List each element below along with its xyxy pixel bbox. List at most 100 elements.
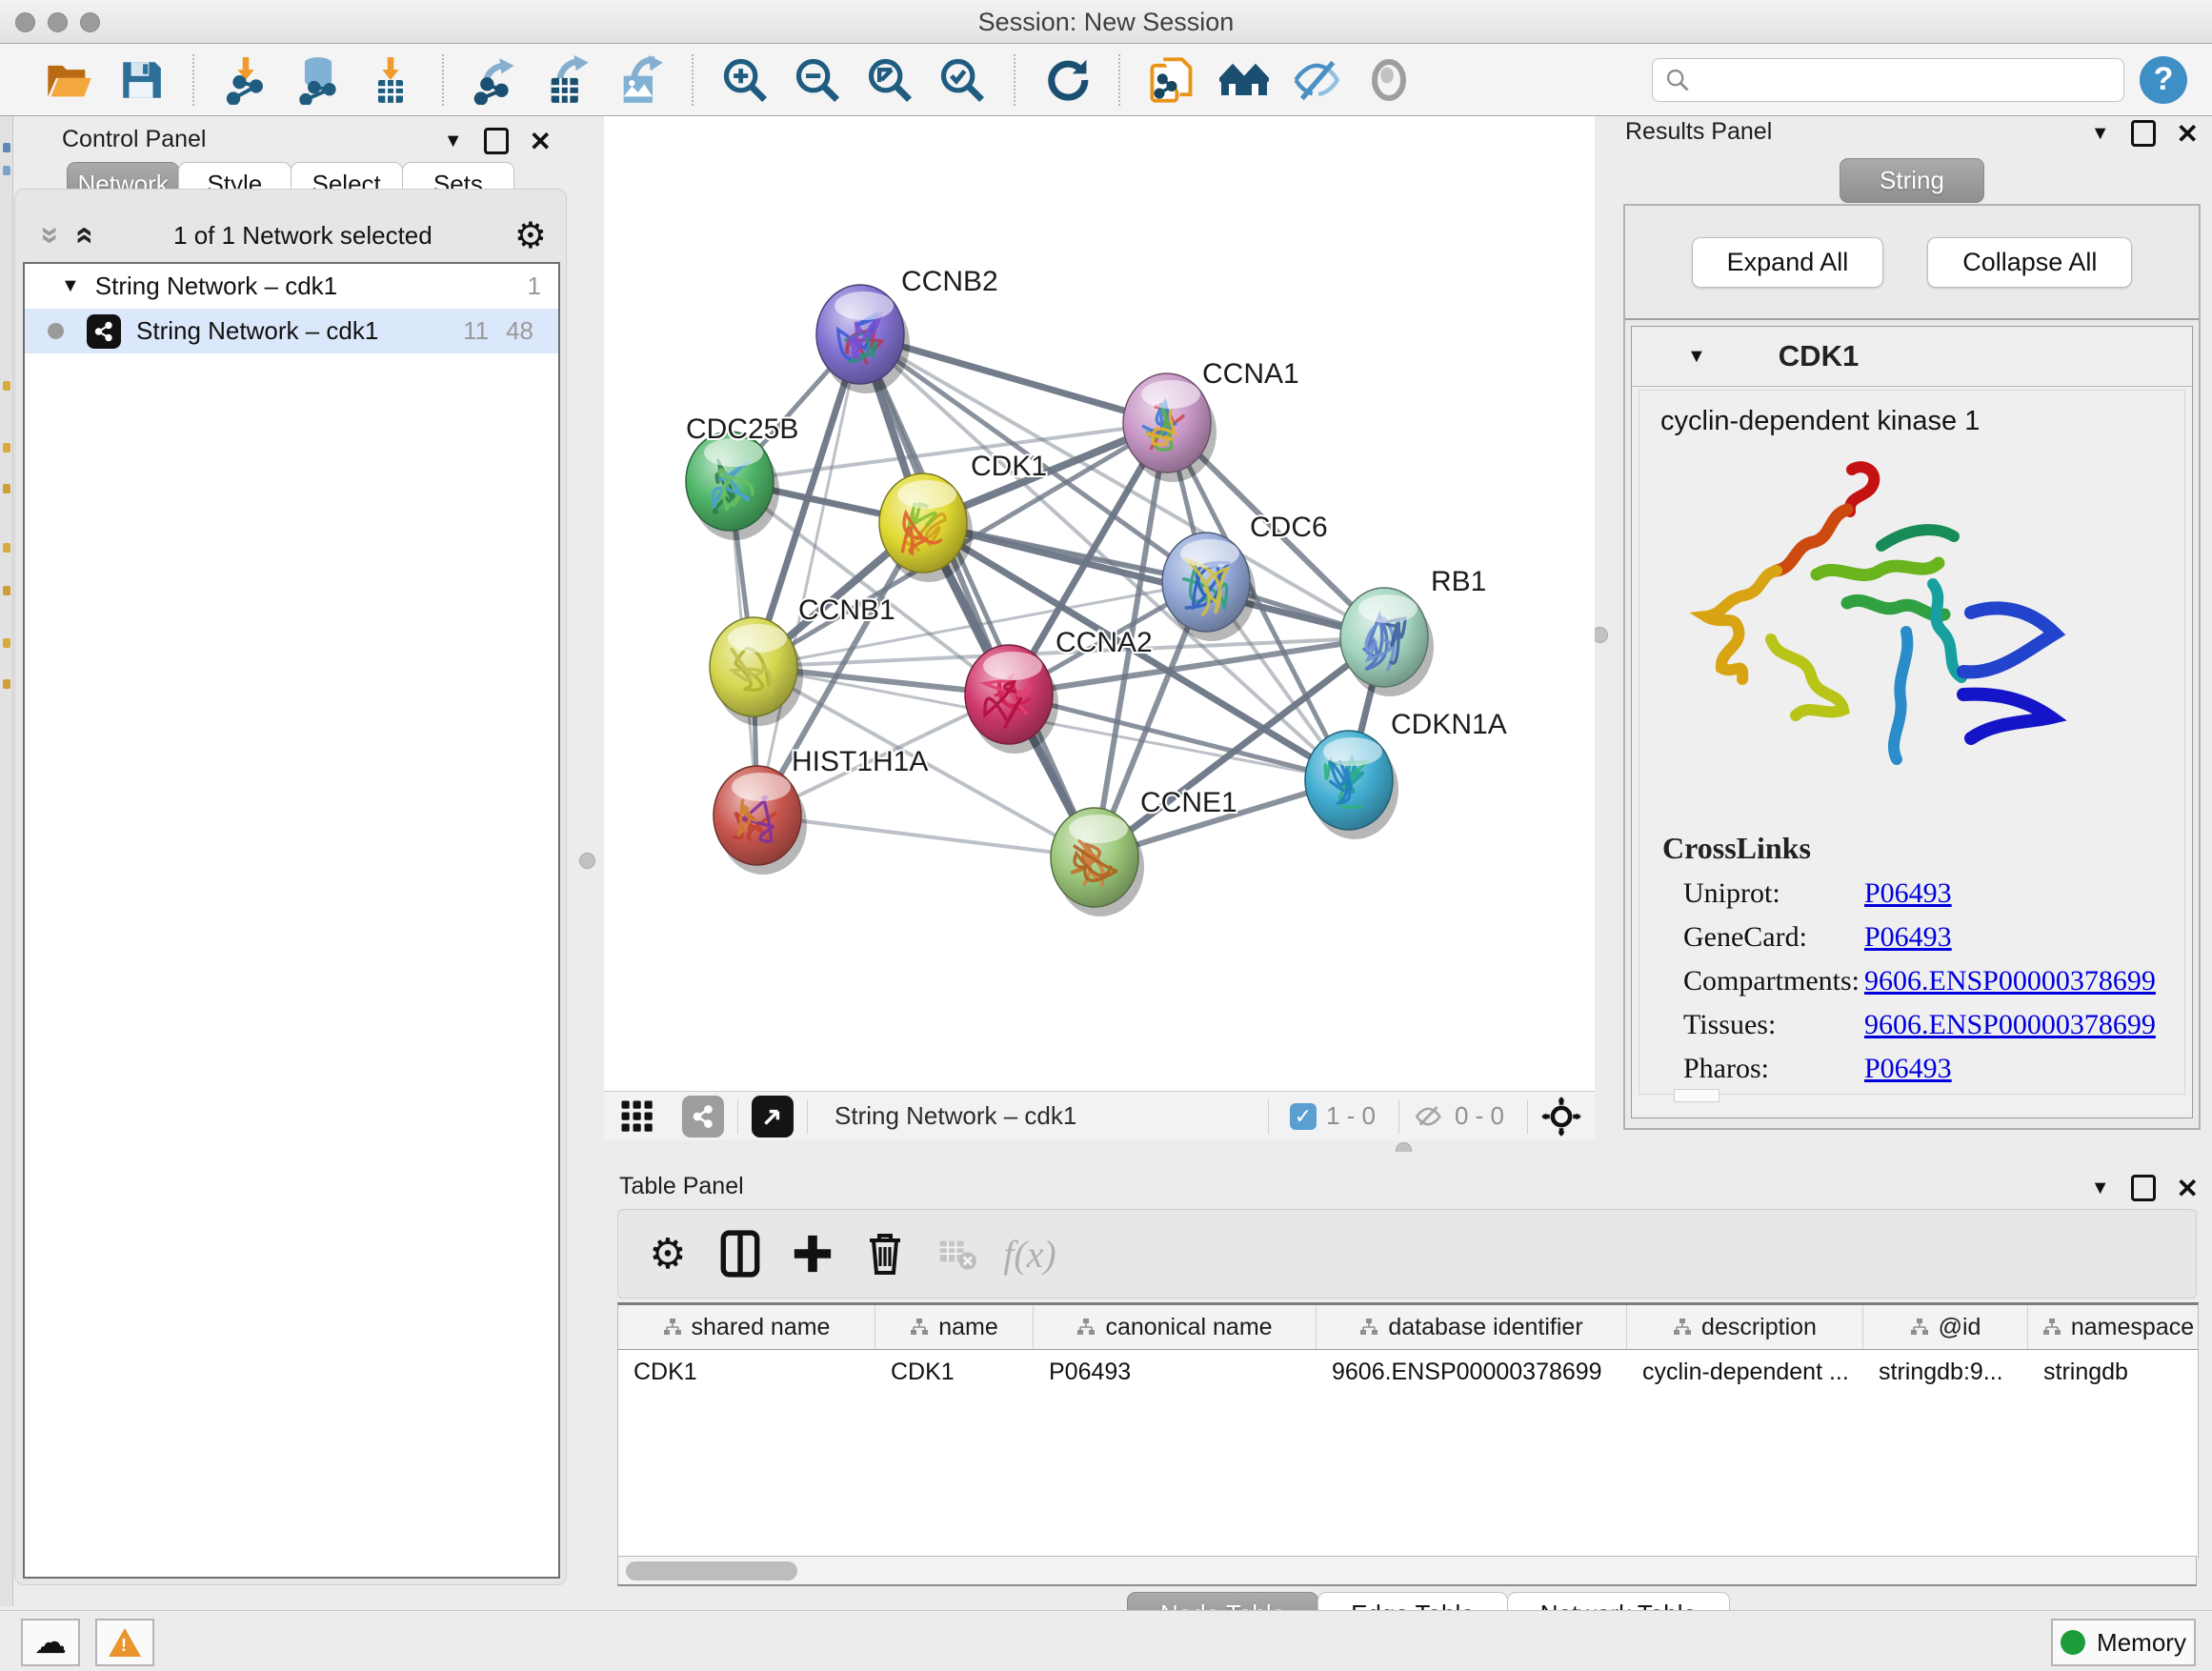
crosslink-link[interactable]: P06493: [1864, 916, 1952, 959]
table-panel-float-icon[interactable]: [2131, 1175, 2156, 1201]
control-panel-menu-icon[interactable]: ▼: [444, 131, 463, 152]
column-header-database-identifier[interactable]: database identifier: [1317, 1305, 1627, 1349]
column-header-name[interactable]: name: [875, 1305, 1034, 1349]
network-collection-row[interactable]: ▼ String Network – cdk1 1: [25, 264, 558, 309]
results-panel: Results Panel ▼ ✕ String Expand All Coll…: [1610, 116, 2212, 1151]
network-edge[interactable]: [757, 334, 860, 815]
zoom-in-icon[interactable]: [720, 55, 770, 105]
crosslink-link[interactable]: 9606.ENSP00000378699: [1864, 1003, 2156, 1047]
network-share-view-icon[interactable]: [682, 1096, 724, 1137]
network-canvas[interactable]: CCNB2CCNA1CDC25BCDK1CDC6RB1CCNB1CCNA2CDK…: [604, 116, 1595, 1091]
expand-all-button[interactable]: Expand All: [1692, 237, 1884, 288]
export-network-icon[interactable]: [471, 55, 520, 105]
memory-button[interactable]: Memory: [2051, 1619, 2196, 1666]
network-row[interactable]: String Network – cdk1 11 48: [25, 309, 558, 353]
network-node-ccne1[interactable]: CCNE1: [1051, 787, 1237, 916]
network-node-cdc6[interactable]: CDC6: [1162, 512, 1328, 641]
table-horizontal-scrollbar[interactable]: [617, 1556, 2197, 1586]
column-header-description[interactable]: description: [1627, 1305, 1863, 1349]
crosslink-label: Tissues:: [1683, 1003, 1864, 1047]
delete-column-icon[interactable]: [858, 1227, 912, 1280]
node-label: CDC6: [1250, 512, 1328, 543]
table-panel-menu-icon[interactable]: ▼: [2091, 1178, 2110, 1199]
table-cell[interactable]: P06493: [1034, 1350, 1317, 1395]
import-network-from-database-icon[interactable]: [293, 55, 343, 105]
show-eye-icon[interactable]: [1364, 55, 1414, 105]
selected-counts: 1 - 0: [1326, 1101, 1376, 1131]
column-header-canonical-name[interactable]: canonical name: [1034, 1305, 1317, 1349]
search-input[interactable]: [1691, 66, 2112, 94]
network-node-cdkn1a[interactable]: CDKN1A: [1305, 709, 1507, 839]
network-edge[interactable]: [757, 815, 1095, 857]
network-node-rb1[interactable]: RB1: [1340, 566, 1486, 696]
fit-selected-crosshair-icon[interactable]: [1541, 1097, 1581, 1137]
table-cell[interactable]: cyclin-dependent ...: [1627, 1350, 1863, 1395]
left-dock-strip: [0, 116, 13, 1606]
save-session-icon[interactable]: [116, 55, 166, 105]
network-edge[interactable]: [860, 334, 1095, 857]
home-string-icon[interactable]: [1219, 55, 1269, 105]
results-panel-menu-icon[interactable]: ▼: [2091, 123, 2110, 145]
table-cell[interactable]: CDK1: [875, 1350, 1034, 1395]
show-columns-icon[interactable]: [714, 1227, 767, 1280]
crosslink-label: GeneCard:: [1683, 916, 1864, 959]
table-options-gear-icon[interactable]: ⚙: [641, 1227, 694, 1280]
column-header-label: name: [938, 1314, 998, 1341]
zoom-fit-icon[interactable]: [865, 55, 915, 105]
network-node-ccnb2[interactable]: CCNB2: [816, 266, 998, 393]
node-label: RB1: [1431, 566, 1486, 597]
crosslink-link[interactable]: P06493: [1864, 1047, 1952, 1091]
open-session-icon[interactable]: [44, 55, 93, 105]
import-table-icon[interactable]: [366, 55, 415, 105]
birdseye-navigator-icon[interactable]: [752, 1096, 794, 1137]
grid-view-icon[interactable]: [615, 1092, 659, 1141]
warnings-button[interactable]: !: [95, 1619, 154, 1666]
selected-nodes-checkbox[interactable]: ✓: [1290, 1103, 1317, 1130]
zoom-out-icon[interactable]: [793, 55, 842, 105]
tree-expand-icon[interactable]: ▼: [61, 275, 80, 297]
table-panel-close-icon[interactable]: ✕: [2177, 1173, 2199, 1204]
collapse-all-networks-icon[interactable]: »: [34, 227, 67, 245]
add-column-icon[interactable]: [786, 1227, 839, 1280]
table-row[interactable]: CDK1CDK1P064939606.ENSP00000378699cyclin…: [618, 1350, 2198, 1395]
network-options-gear-icon[interactable]: ⚙: [514, 214, 547, 257]
new-network-from-selection-icon[interactable]: [1147, 55, 1196, 105]
export-table-icon[interactable]: [543, 55, 593, 105]
hide-unhide-icon[interactable]: [1292, 55, 1341, 105]
left-splitter-handle[interactable]: [579, 853, 595, 869]
table-cell[interactable]: stringdb: [2028, 1350, 2199, 1395]
help-icon[interactable]: ?: [2140, 56, 2187, 104]
results-panel-float-icon[interactable]: [2131, 120, 2156, 147]
tab-string[interactable]: String: [1840, 158, 1984, 203]
column-header-namespace[interactable]: namespace: [2028, 1305, 2199, 1349]
crosslink-row: Compartments:9606.ENSP00000378699: [1662, 959, 2184, 1003]
node-label: CDKN1A: [1391, 709, 1507, 740]
column-header-shared-name[interactable]: shared name: [618, 1305, 875, 1349]
scrollbar-thumb[interactable]: [626, 1561, 797, 1580]
column-header--id[interactable]: @id: [1863, 1305, 2028, 1349]
cloud-status-button[interactable]: ☁: [21, 1619, 80, 1666]
table-cell[interactable]: stringdb:9...: [1863, 1350, 2028, 1395]
node-result-header[interactable]: ▼ CDK1: [1632, 327, 2192, 387]
refresh-icon[interactable]: [1042, 55, 1092, 105]
crosslink-link[interactable]: 9606.ENSP00000378699: [1864, 959, 2156, 1003]
zoom-selected-icon[interactable]: [937, 55, 987, 105]
export-image-icon[interactable]: [615, 55, 665, 105]
network-tree: ▼ String Network – cdk1 1 String Network…: [23, 262, 560, 1579]
collapse-all-button[interactable]: Collapse All: [1927, 237, 2132, 288]
table-cell[interactable]: CDK1: [618, 1350, 875, 1395]
import-network-icon[interactable]: [221, 55, 271, 105]
crosslink-row: Uniprot:P06493: [1662, 872, 2184, 916]
expand-all-networks-icon[interactable]: »: [66, 227, 98, 245]
crosslink-link[interactable]: P06493: [1864, 872, 1952, 916]
column-type-icon: [910, 1318, 929, 1337]
control-panel-close-icon[interactable]: ✕: [530, 126, 552, 157]
control-panel-float-icon[interactable]: [484, 128, 509, 154]
node-label: CCNB1: [798, 594, 895, 626]
network-view-title: String Network – cdk1: [835, 1101, 1076, 1131]
crosslinks-rows: Uniprot:P06493GeneCard:P06493Compartment…: [1662, 872, 2184, 1091]
table-cell[interactable]: 9606.ENSP00000378699: [1317, 1350, 1627, 1395]
entry-expand-icon[interactable]: ▼: [1687, 346, 1706, 368]
network-node-hist1h1a[interactable]: HIST1H1A: [714, 746, 928, 875]
results-panel-close-icon[interactable]: ✕: [2177, 118, 2199, 150]
